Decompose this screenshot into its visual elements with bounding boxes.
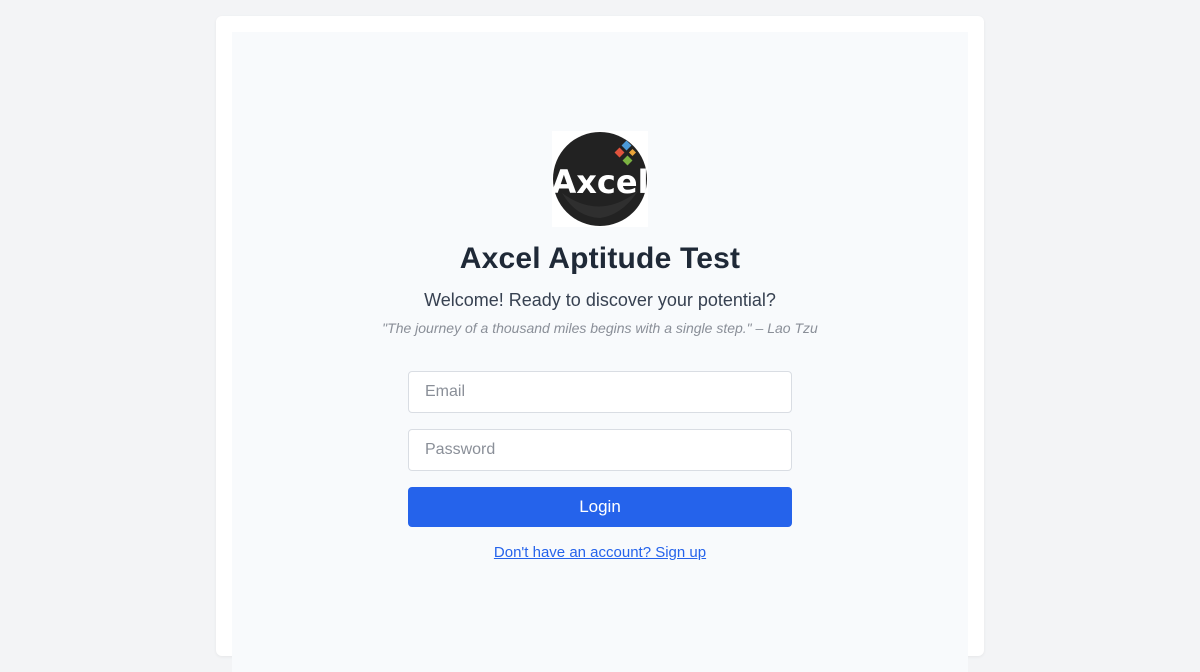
welcome-subtitle: Welcome! Ready to discover your potentia… [424, 290, 776, 310]
password-input[interactable] [408, 429, 792, 471]
logo-text: Axcel [552, 163, 648, 201]
email-input[interactable] [408, 371, 792, 413]
login-panel [232, 32, 968, 672]
motivational-quote: "The journey of a thousand miles begins … [382, 320, 818, 336]
signup-link[interactable]: Don't have an account? Sign up [216, 544, 984, 561]
login-card: Axcel Axcel Aptitude Test Welcome! Ready… [216, 16, 984, 672]
axcel-logo-icon: Axcel [551, 131, 649, 227]
page-title: Axcel Aptitude Test [459, 242, 741, 275]
login-button[interactable]: Login [408, 487, 792, 527]
